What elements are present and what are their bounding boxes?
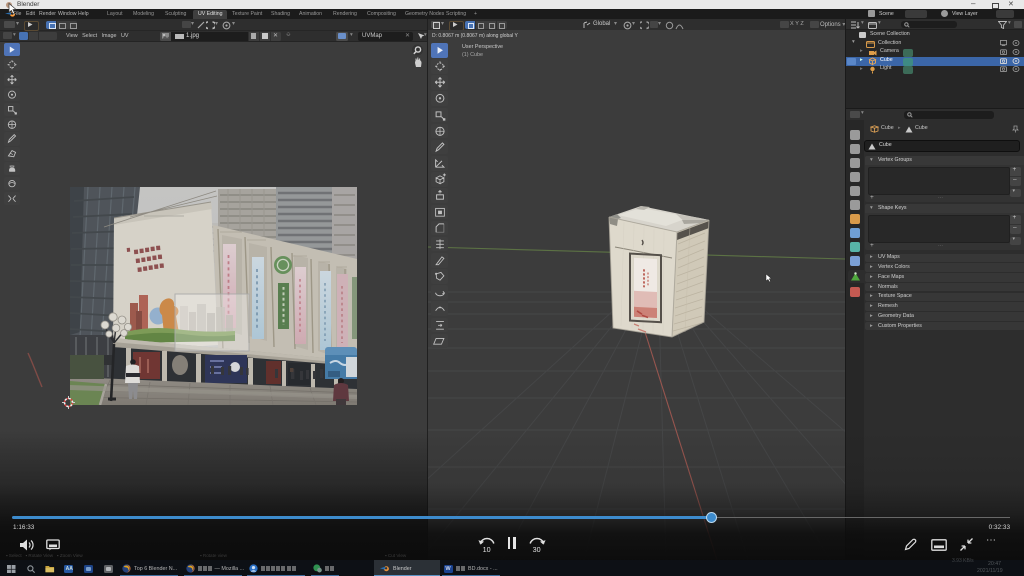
svg-text:10: 10 [483,545,491,553]
svg-text:30: 30 [533,545,541,553]
